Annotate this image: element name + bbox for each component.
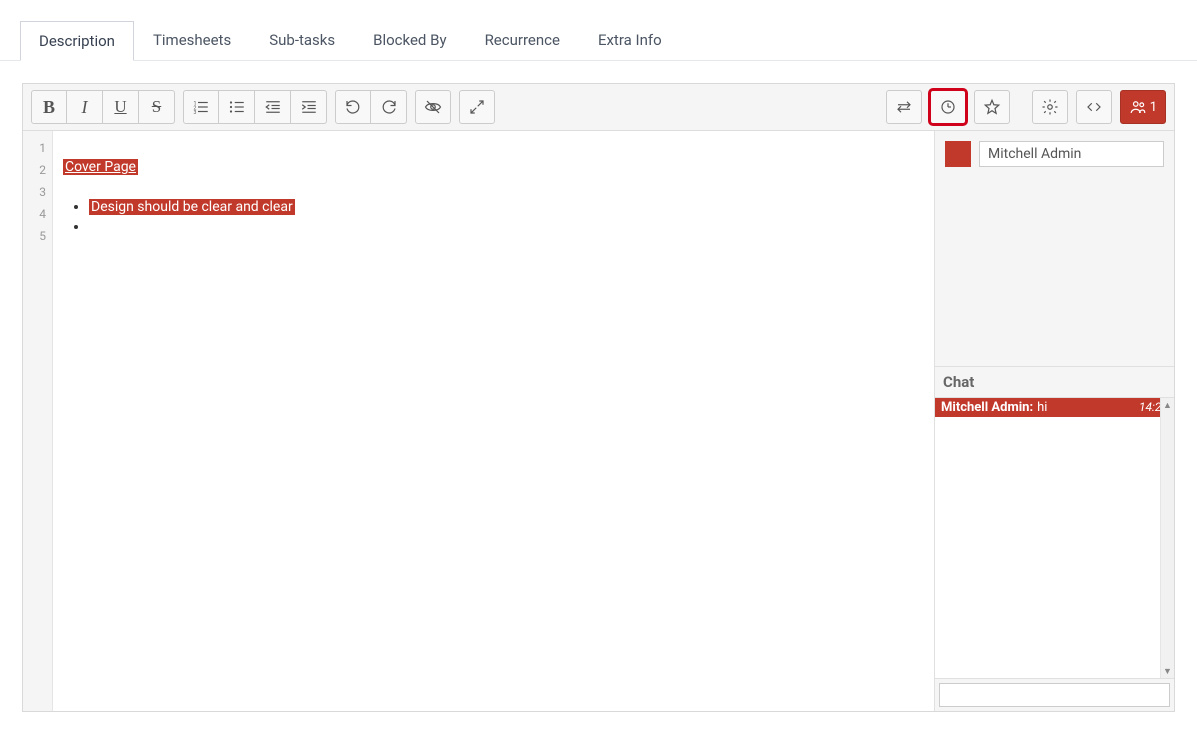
timeslider-button[interactable] xyxy=(930,90,966,124)
users-icon xyxy=(1129,98,1147,116)
tab-blocked-by[interactable]: Blocked By xyxy=(354,20,465,60)
unordered-list-button[interactable] xyxy=(219,90,255,124)
chat-scrollbar[interactable]: ▲ ▼ xyxy=(1160,398,1174,678)
strikethrough-button[interactable]: S xyxy=(139,90,175,124)
underline-button[interactable]: U xyxy=(103,90,139,124)
embed-button[interactable] xyxy=(1076,90,1112,124)
star-icon xyxy=(983,98,1001,116)
unordered-list-icon xyxy=(228,98,246,116)
line-number: 3 xyxy=(23,181,52,203)
redo-icon xyxy=(380,98,398,116)
line-number: 2 xyxy=(23,159,52,181)
tab-recurrence[interactable]: Recurrence xyxy=(466,20,579,60)
redo-button[interactable] xyxy=(371,90,407,124)
clear-authorship-button[interactable] xyxy=(415,90,451,124)
tab-timesheets[interactable]: Timesheets xyxy=(134,20,250,60)
user-row: Mitchell Admin xyxy=(939,135,1170,173)
expand-icon xyxy=(468,98,486,116)
line-gutter: 1 2 3 4 5 xyxy=(23,131,53,711)
outdent-icon xyxy=(264,98,282,116)
clock-icon xyxy=(939,98,957,116)
user-color-swatch[interactable] xyxy=(945,141,971,167)
import-export-button[interactable] xyxy=(886,90,922,124)
line-number: 4 xyxy=(23,203,52,225)
doc-bullet xyxy=(89,217,924,237)
users-sidebar: Mitchell Admin Chat Mitchell Admin: hi 1… xyxy=(934,131,1174,711)
tab-subtasks[interactable]: Sub-tasks xyxy=(250,20,354,60)
editor-toolbar: B I U S 123 xyxy=(23,84,1174,131)
eye-slash-icon xyxy=(424,98,442,116)
doc-heading: Cover Page xyxy=(63,159,138,175)
editor-content[interactable]: Cover Page Design should be clear and cl… xyxy=(53,131,934,711)
doc-bullet: Design should be clear and clear xyxy=(89,197,924,217)
undo-button[interactable] xyxy=(335,90,371,124)
tabs-bar: Description Timesheets Sub-tasks Blocked… xyxy=(0,0,1197,61)
line-number: 1 xyxy=(23,137,52,159)
svg-text:3: 3 xyxy=(194,110,197,116)
ordered-list-icon: 123 xyxy=(192,98,210,116)
code-icon xyxy=(1085,98,1103,116)
fullscreen-button[interactable] xyxy=(459,90,495,124)
scroll-up-icon: ▲ xyxy=(1161,398,1174,412)
chat-message: Mitchell Admin: hi 14:22 xyxy=(935,398,1174,417)
chat-header: Chat xyxy=(935,367,1174,398)
users-count: 1 xyxy=(1150,100,1157,115)
show-users-button[interactable]: 1 xyxy=(1120,90,1166,124)
italic-button[interactable]: I xyxy=(67,90,103,124)
chat-author: Mitchell Admin: xyxy=(941,400,1033,415)
star-button[interactable] xyxy=(974,90,1010,124)
import-export-icon xyxy=(895,98,913,116)
indent-icon xyxy=(300,98,318,116)
bold-button[interactable]: B xyxy=(31,90,67,124)
settings-button[interactable] xyxy=(1032,90,1068,124)
chat-input[interactable] xyxy=(939,683,1170,707)
chat-text: hi xyxy=(1037,400,1047,415)
scroll-down-icon: ▼ xyxy=(1161,664,1174,678)
ordered-list-button[interactable]: 123 xyxy=(183,90,219,124)
page: Description Timesheets Sub-tasks Blocked… xyxy=(0,0,1197,712)
gear-icon xyxy=(1041,98,1059,116)
editor-container: B I U S 123 xyxy=(22,83,1175,712)
indent-button[interactable] xyxy=(291,90,327,124)
tab-description[interactable]: Description xyxy=(20,21,134,61)
undo-icon xyxy=(344,98,362,116)
tab-extra-info[interactable]: Extra Info xyxy=(579,20,681,60)
chat-section: Chat Mitchell Admin: hi 14:22 ▲ ▼ xyxy=(935,366,1174,711)
chat-input-wrap xyxy=(935,678,1174,711)
user-name-field[interactable]: Mitchell Admin xyxy=(979,141,1164,167)
line-number: 5 xyxy=(23,225,52,247)
chat-body: Mitchell Admin: hi 14:22 ▲ ▼ xyxy=(935,398,1174,678)
outdent-button[interactable] xyxy=(255,90,291,124)
editor-body: 1 2 3 4 5 Cover Page Design should be cl… xyxy=(23,131,1174,711)
